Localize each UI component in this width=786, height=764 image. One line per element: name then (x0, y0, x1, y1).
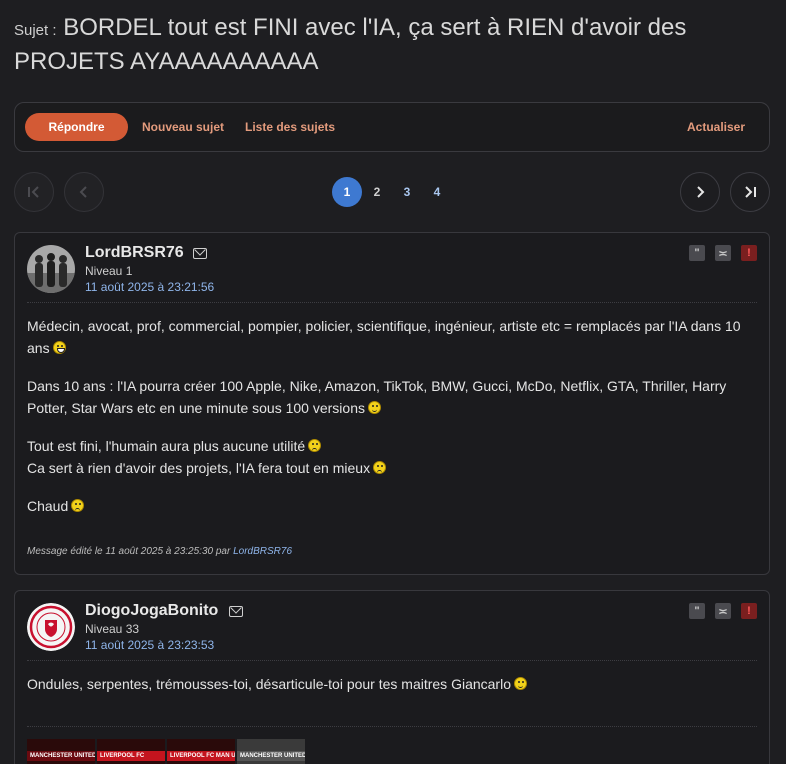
edit-author-link[interactable]: LordBRSR76 (233, 546, 292, 557)
topic-title-text: BORDEL tout est FINI avec l'IA, ça sert … (14, 14, 687, 75)
author-level: Niveau 1 (85, 264, 133, 278)
post-author[interactable]: DiogoJogaBonito (85, 602, 218, 620)
topic-prefix: Sujet : (14, 22, 57, 39)
image-thumbnails: MANCHESTER UNITED LIVERPOOL FC LIVERPOOL… (27, 739, 305, 764)
post-author[interactable]: LordBRSR76 (85, 244, 184, 262)
image-thumbnail[interactable]: MANCHESTER UNITED (237, 739, 305, 764)
smiley-icon (52, 341, 66, 354)
report-icon[interactable]: ! (741, 603, 757, 619)
first-page-icon[interactable] (14, 172, 54, 212)
post-date[interactable]: 11 août 2025 à 23:23:53 (85, 638, 214, 652)
image-thumbnail[interactable]: MANCHESTER UNITED (27, 739, 95, 764)
post-body: Médecin, avocat, prof, commercial, pompi… (27, 315, 757, 533)
topic-title: Sujet : BORDEL tout est FINI avec l'IA, … (14, 12, 774, 77)
refresh-link[interactable]: Actualiser (687, 120, 745, 134)
reply-button[interactable]: Répondre (25, 113, 128, 141)
post: LordBRSR76 Niveau 1 11 août 2025 à 23:21… (14, 232, 770, 575)
divider (27, 660, 757, 661)
page-2[interactable]: 2 (362, 177, 392, 207)
blacklist-icon[interactable]: ≍ (715, 603, 731, 619)
smiley-icon (367, 401, 381, 414)
post-paragraph: Ondules, serpentes, trémousses-toi, désa… (27, 676, 511, 692)
post-paragraph: Chaud (27, 498, 69, 514)
page-1[interactable]: 1 (332, 177, 362, 207)
edit-note-text: Message édité le 11 août 2025 à 23:25:30… (27, 546, 231, 557)
sad-smiley-icon (71, 499, 85, 512)
page-3[interactable]: 3 (392, 177, 422, 207)
sad-smiley-icon (308, 439, 322, 452)
previous-page-icon[interactable] (64, 172, 104, 212)
report-icon[interactable]: ! (741, 245, 757, 261)
new-topic-link[interactable]: Nouveau sujet (142, 120, 224, 134)
post-actions: " ≍ ! (689, 245, 757, 261)
page-4[interactable]: 4 (422, 177, 452, 207)
mail-icon[interactable] (193, 248, 207, 259)
post-body: Ondules, serpentes, trémousses-toi, désa… (27, 673, 757, 711)
post-paragraph: Tout est fini, l'humain aura plus aucune… (27, 438, 306, 454)
quote-icon[interactable]: " (689, 245, 705, 261)
blacklist-icon[interactable]: ≍ (715, 245, 731, 261)
topic-list-link[interactable]: Liste des sujets (245, 120, 335, 134)
image-thumbnail[interactable]: LIVERPOOL FC (97, 739, 165, 764)
author-level: Niveau 33 (85, 622, 140, 636)
post-paragraph: Médecin, avocat, prof, commercial, pompi… (27, 318, 741, 356)
edit-note: Message édité le 11 août 2025 à 23:25:30… (27, 546, 292, 557)
pagination: 1 2 3 4 (14, 172, 770, 212)
avatar[interactable] (27, 603, 75, 651)
quote-icon[interactable]: " (689, 603, 705, 619)
next-page-icon[interactable] (680, 172, 720, 212)
smiley-icon (514, 677, 527, 690)
sad-smiley-icon (373, 461, 387, 474)
post-paragraph: Ca sert à rien d'avoir des projets, l'IA… (27, 460, 371, 476)
mail-icon[interactable] (229, 606, 243, 617)
divider (27, 726, 757, 727)
post-date[interactable]: 11 août 2025 à 23:21:56 (85, 280, 214, 294)
post-actions: " ≍ ! (689, 603, 757, 619)
avatar[interactable] (27, 245, 75, 293)
topic-action-bar: Répondre Nouveau sujet Liste des sujets … (14, 102, 770, 152)
post: DiogoJogaBonito Niveau 33 11 août 2025 à… (14, 590, 770, 764)
last-page-icon[interactable] (730, 172, 770, 212)
image-thumbnail[interactable]: LIVERPOOL FC MAN UNITED (167, 739, 235, 764)
divider (27, 302, 757, 303)
